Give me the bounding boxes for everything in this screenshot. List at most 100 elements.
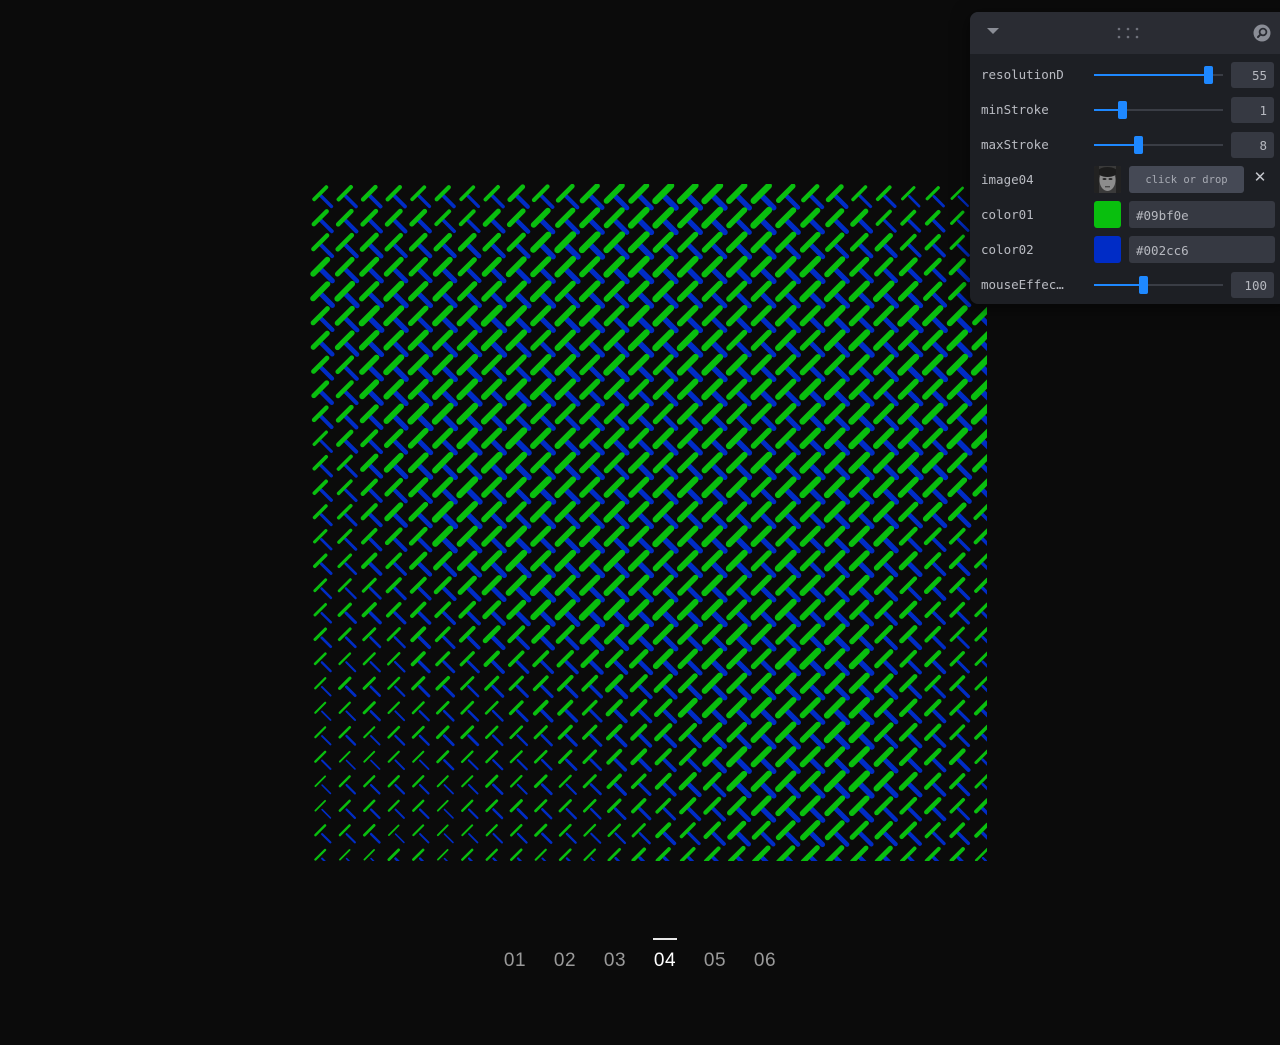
close-icon[interactable]: ✕: [1252, 168, 1268, 190]
pattern-svg[interactable]: [310, 184, 987, 861]
pattern-dash-blue: [806, 657, 826, 677]
pattern-dash-blue: [881, 830, 898, 847]
pattern-dash-blue: [515, 709, 529, 723]
resolution-value[interactable]: 55: [1231, 62, 1274, 88]
pattern-dash-blue: [390, 290, 409, 309]
image-thumbnail[interactable]: [1094, 166, 1121, 193]
pattern-dash-blue: [320, 587, 333, 600]
pattern-dash-blue: [612, 658, 629, 675]
pattern-dash-blue: [684, 657, 703, 676]
pattern-dash-blue: [439, 412, 459, 432]
pattern-dash-green: [607, 848, 621, 861]
pattern-dash-blue: [635, 363, 655, 383]
image-drop-button[interactable]: click or drop: [1129, 166, 1244, 193]
pattern-dash-blue: [733, 314, 753, 334]
pattern-dash-blue: [660, 510, 679, 529]
pattern-dash-green: [363, 726, 376, 739]
panel-header[interactable]: [970, 12, 1280, 54]
pattern-dash-blue: [321, 808, 332, 819]
slider-thumb[interactable]: [1203, 66, 1213, 84]
pattern-dash-blue: [464, 266, 482, 284]
pattern-dash-blue: [757, 534, 777, 554]
pattern-dash-blue: [415, 511, 433, 529]
pattern-dash-blue: [441, 194, 456, 209]
pattern-dash-green: [313, 578, 328, 593]
page-link-02[interactable]: 02: [540, 936, 590, 976]
mouse-effect-slider[interactable]: [1094, 276, 1223, 294]
pattern-dash-blue: [708, 608, 728, 628]
chevron-down-icon[interactable]: [987, 28, 999, 34]
pattern-dash-blue: [709, 461, 728, 480]
pattern-dash-blue: [345, 710, 357, 722]
pattern-dash-blue: [537, 289, 557, 309]
page-link-06[interactable]: 06: [740, 936, 790, 976]
pattern-dash-blue: [440, 560, 458, 578]
pattern-dash-blue: [807, 780, 826, 799]
pattern-dash-blue: [684, 633, 703, 652]
page-link-04[interactable]: 04: [640, 936, 690, 976]
slider-thumb[interactable]: [1139, 276, 1149, 294]
mouse-effect-value[interactable]: 100: [1231, 272, 1274, 298]
pattern-dash-blue: [831, 436, 851, 456]
resolution-slider[interactable]: [1094, 66, 1223, 84]
min-stroke-slider[interactable]: [1094, 101, 1223, 119]
pattern-dash-blue: [782, 510, 802, 530]
pattern-dash-blue: [660, 363, 679, 382]
page-link-03[interactable]: 03: [590, 936, 640, 976]
pattern-dash-blue: [514, 193, 530, 209]
drag-handle-icon[interactable]: [1116, 26, 1140, 40]
pattern-dash-blue: [587, 192, 605, 210]
pattern-dash-blue: [319, 513, 333, 527]
pattern-dash-blue: [369, 661, 381, 673]
pattern-dash-blue: [342, 266, 360, 284]
pattern-dash-blue: [757, 632, 777, 652]
pattern-dash-blue: [611, 633, 630, 652]
pattern-dash-blue: [782, 412, 802, 432]
pattern-dash-blue: [659, 387, 679, 407]
pattern-dash-blue: [439, 510, 459, 530]
pattern-dash-blue: [343, 438, 359, 454]
color02-hex-input[interactable]: #002cc6: [1129, 236, 1275, 263]
pattern-dash-blue: [931, 757, 947, 773]
pattern-dash-green: [313, 529, 328, 544]
pattern-dash-blue: [366, 314, 385, 333]
page-link-05[interactable]: 05: [690, 936, 740, 976]
pattern-dash-green: [314, 701, 327, 714]
pattern-dash-blue: [320, 661, 332, 673]
pattern-dash-green: [386, 627, 401, 642]
pattern-dash-blue: [342, 242, 359, 259]
search-icon[interactable]: [1253, 24, 1271, 42]
pattern-dash-blue: [956, 733, 971, 748]
max-stroke-slider[interactable]: [1094, 136, 1223, 154]
pattern-dash-blue: [465, 634, 481, 650]
page-link-01[interactable]: 01: [490, 936, 540, 976]
color02-swatch[interactable]: [1094, 236, 1121, 263]
pattern-dash-blue: [514, 634, 530, 650]
color01-hex-input[interactable]: #09bf0e: [1129, 201, 1275, 228]
pattern-dash-blue: [488, 290, 507, 309]
slider-thumb[interactable]: [1133, 136, 1143, 154]
pattern-dash-blue: [881, 560, 899, 578]
pattern-dash-blue: [612, 708, 628, 724]
pattern-dash-blue: [733, 412, 752, 431]
pattern-dash-blue: [880, 289, 900, 309]
max-stroke-value[interactable]: 8: [1231, 132, 1274, 158]
pattern-dash-green: [314, 726, 327, 739]
pattern-dash-blue: [782, 804, 801, 823]
artwork-canvas[interactable]: [310, 184, 987, 861]
pattern-dash-green: [386, 651, 401, 666]
pattern-dash-blue: [416, 560, 433, 577]
pattern-dash-blue: [586, 461, 605, 480]
pattern-dash-blue: [537, 314, 556, 333]
pattern-dash-blue: [981, 807, 987, 816]
pattern-dash-blue: [516, 808, 528, 820]
pattern-dash-blue: [758, 584, 777, 603]
color01-swatch[interactable]: [1094, 201, 1121, 228]
slider-thumb[interactable]: [1118, 101, 1128, 119]
pattern-dash-green: [314, 677, 327, 690]
pattern-dash-blue: [368, 586, 382, 600]
pattern-dash-blue: [808, 193, 825, 210]
min-stroke-value[interactable]: 1: [1231, 97, 1274, 123]
pattern-dash-blue: [733, 682, 752, 701]
pattern-dash-blue: [783, 192, 801, 210]
